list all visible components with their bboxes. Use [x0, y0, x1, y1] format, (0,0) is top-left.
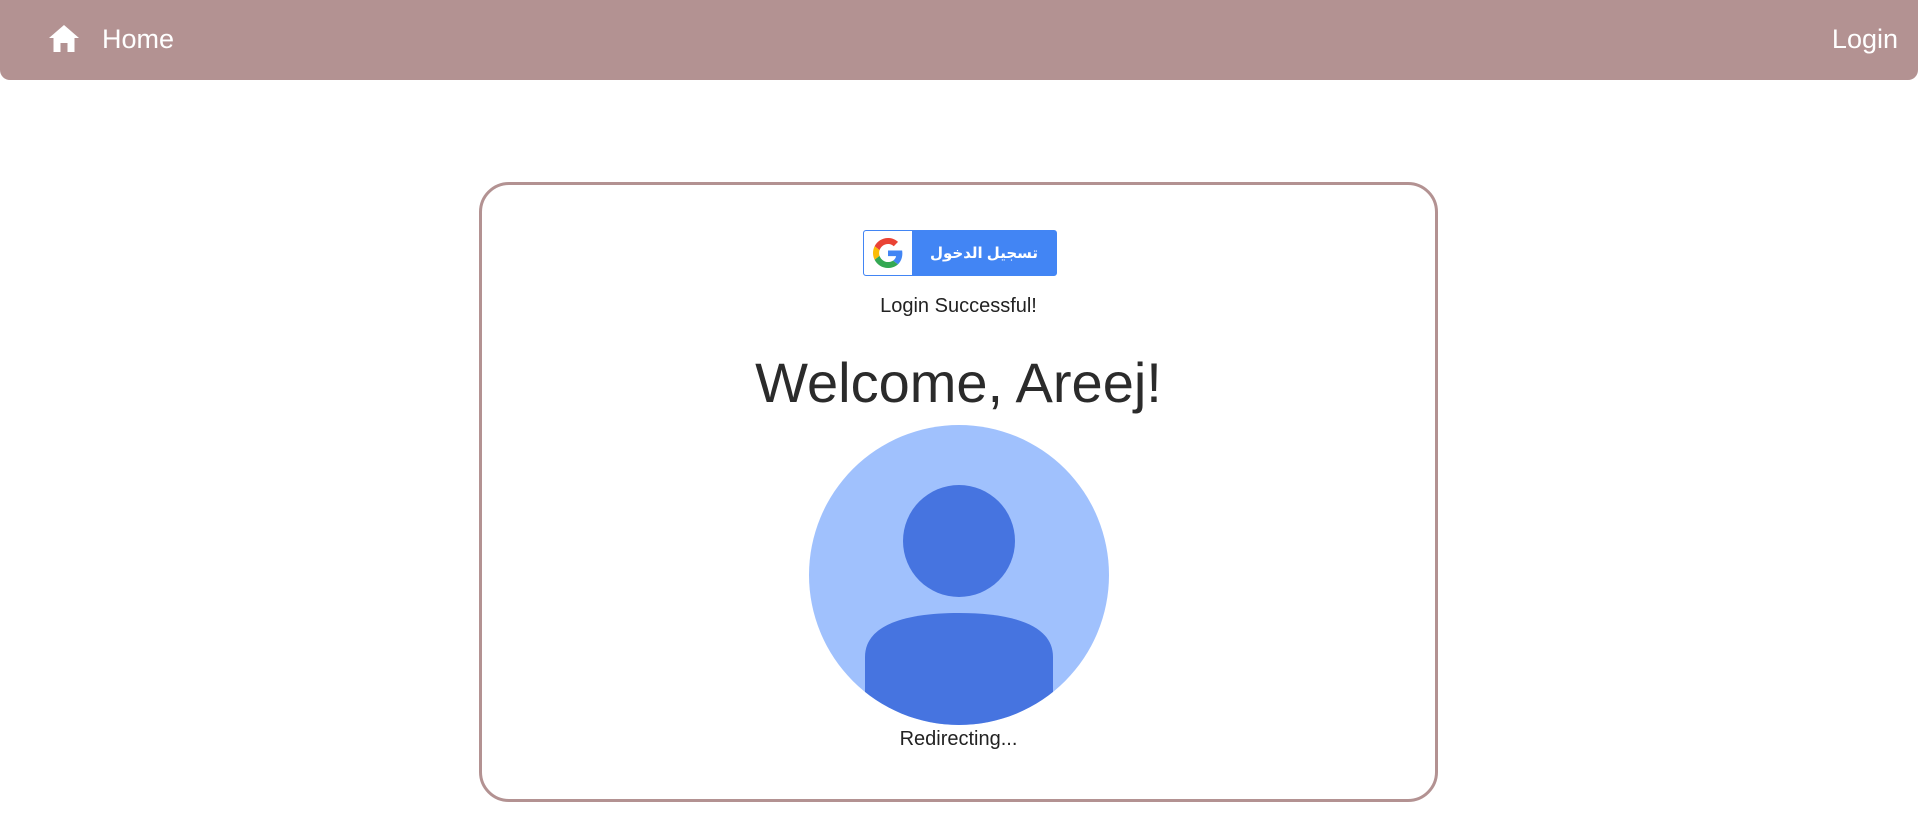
home-icon — [46, 21, 82, 57]
welcome-heading: Welcome, Areej! — [755, 351, 1162, 414]
login-status-text: Login Successful! — [880, 295, 1037, 317]
nav-login-link[interactable]: Login — [1832, 18, 1898, 60]
top-navbar: Home Login — [0, 0, 1918, 80]
google-g-icon — [864, 231, 912, 275]
nav-home-link[interactable]: Home — [46, 18, 174, 60]
login-card: تسجيل الدخول Login Successful! Welcome, … — [479, 182, 1438, 802]
user-avatar-icon — [809, 425, 1109, 725]
google-signin-label: تسجيل الدخول — [929, 245, 1039, 262]
google-signin-button[interactable]: تسجيل الدخول — [863, 230, 1057, 276]
nav-home-label: Home — [102, 24, 175, 54]
redirect-status-text: Redirecting... — [899, 728, 1018, 750]
